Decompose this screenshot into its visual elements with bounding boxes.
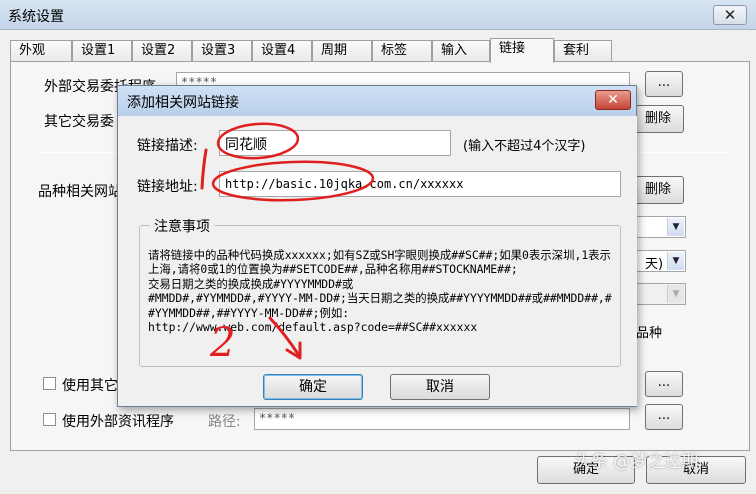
link-url-input[interactable]: http://basic.10jqka.com.cn/xxxxxx	[219, 171, 621, 197]
link-url-label: 链接地址:	[137, 179, 198, 195]
tab-arbitrage[interactable]: 套利	[554, 40, 612, 62]
tab-appearance[interactable]: 外观	[10, 40, 72, 62]
tab-settings4[interactable]: 设置4	[252, 40, 312, 62]
notice-group: 注意事项 请将链接中的品种代码换成xxxxxx;如有SZ或SH字眼则换成##SC…	[139, 216, 621, 367]
chevron-down-icon: ▼	[667, 218, 684, 236]
tab-settings3[interactable]: 设置3	[192, 40, 252, 62]
use-other-checkbox[interactable]	[43, 377, 56, 390]
link-desc-label: 链接描述:	[137, 138, 198, 154]
notice-text: 请将链接中的品种代码换成xxxxxx;如有SZ或SH字眼则换成##SC##;如果…	[148, 248, 612, 335]
browse-button-1[interactable]: ...	[645, 71, 683, 97]
use-external-info-checkbox[interactable]	[43, 413, 56, 426]
dialog-ok-button[interactable]: 确定	[263, 374, 363, 400]
combo-2-value: 天)	[645, 257, 664, 272]
tab-bar: 外观 设置1 设置2 设置3 设置4 周期 标签 输入 链接 套利	[0, 38, 756, 63]
browse-button-3[interactable]: ...	[645, 404, 683, 430]
use-other-label: 使用其它	[62, 378, 118, 394]
link-desc-input[interactable]: 同花顺	[219, 130, 451, 156]
variety-links-label: 品种相关网站	[38, 184, 122, 200]
tab-labels[interactable]: 标签	[372, 40, 432, 62]
chevron-down-icon: ▼	[667, 285, 684, 303]
path-label: 路径:	[208, 414, 241, 430]
browse-button-2[interactable]: ...	[645, 371, 683, 397]
variety-text: 品种	[636, 326, 663, 341]
use-external-info-label: 使用外部资讯程序	[62, 414, 174, 430]
tab-settings1[interactable]: 设置1	[72, 40, 132, 62]
dialog-body: 链接描述: 同花顺 (输入不超过4个汉字) 链接地址: http://basic…	[119, 116, 637, 406]
chevron-down-icon: ▼	[667, 252, 684, 270]
tab-settings2[interactable]: 设置2	[132, 40, 192, 62]
dialog-cancel-button[interactable]: 取消	[390, 374, 490, 400]
notice-title: 注意事项	[150, 216, 214, 236]
dialog-title-bar: 添加相关网站链接 ✕	[118, 86, 636, 116]
watermark: 头条 @梦之达期	[574, 452, 699, 472]
window-title-bar: 系统设置 ✕	[0, 0, 756, 30]
tab-period[interactable]: 周期	[312, 40, 372, 62]
add-link-dialog: 添加相关网站链接 ✕ 链接描述: 同花顺 (输入不超过4个汉字) 链接地址: h…	[117, 85, 637, 407]
delete-button-1[interactable]: 删除	[632, 105, 684, 133]
other-trade-label: 其它交易委	[44, 114, 114, 130]
link-desc-hint: (输入不超过4个汉字)	[463, 139, 586, 154]
window-title: 系统设置	[8, 9, 64, 25]
tab-links[interactable]: 链接	[490, 38, 554, 63]
info-path-input[interactable]: *****	[254, 408, 630, 430]
dialog-close-button[interactable]: ✕	[595, 90, 631, 110]
tab-input[interactable]: 输入	[432, 40, 490, 62]
delete-button-2[interactable]: 删除	[632, 176, 684, 204]
dialog-title: 添加相关网站链接	[127, 95, 239, 111]
window-close-button[interactable]: ✕	[713, 5, 747, 25]
